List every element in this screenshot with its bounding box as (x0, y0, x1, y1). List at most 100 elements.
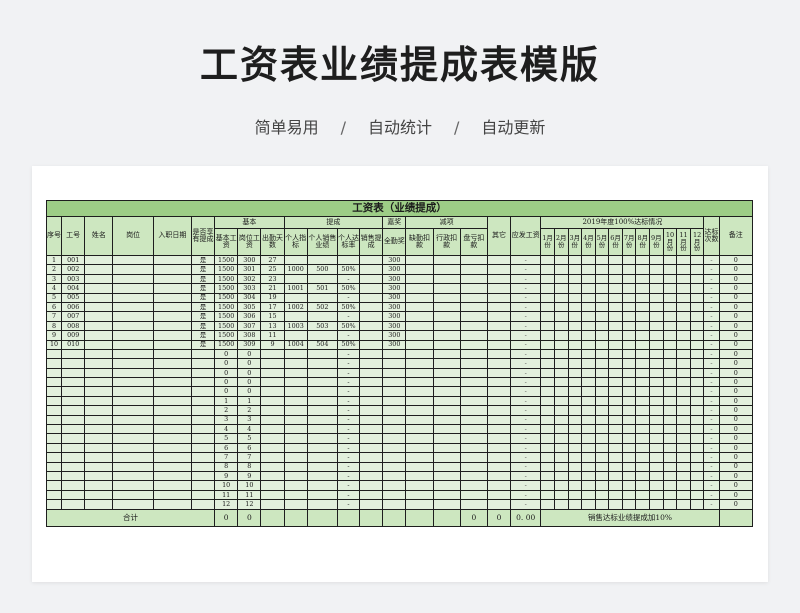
cell-post-salary: 5 (237, 433, 262, 444)
cell-full-attendance: 300 (382, 301, 407, 313)
cell-sales-commission (359, 461, 384, 473)
cell-inventory-deduction (459, 264, 488, 275)
cell-month (594, 377, 610, 388)
cell-basic-salary: 11 (214, 489, 239, 501)
cell-month (689, 254, 705, 266)
cell-month (594, 452, 610, 463)
cell-month (676, 301, 691, 313)
cell-month (676, 433, 691, 444)
cell-month (635, 470, 651, 482)
cell-month (581, 424, 596, 435)
cell-sales-commission (359, 442, 384, 454)
cell-month (662, 395, 678, 407)
cell-target-count: - (703, 301, 720, 313)
table-row: 1 001 是 1500 300 27 300- -0 (45, 254, 754, 266)
table-row: 12 12- - -0 (45, 499, 754, 510)
cell-target-rate (336, 254, 361, 266)
cell-month (621, 470, 637, 482)
cell-basic-salary: 5 (214, 433, 239, 444)
table-row: 5 005 是 1500 304 19-300- -0 (45, 292, 754, 303)
cell-commission-flag (190, 367, 216, 379)
cell-month (553, 470, 569, 482)
cell-month (567, 433, 583, 444)
cell-position (112, 405, 154, 416)
header-group-commission: 提成 (283, 216, 384, 229)
cell-emp-no (61, 377, 86, 388)
cell-emp-no: 010 (61, 339, 86, 350)
cell-personal-target: 1004 (283, 339, 308, 350)
cell-personal-target (283, 489, 308, 501)
cell-target-rate: - (336, 273, 361, 285)
table-row: 3 003 是 1500 302 23-300- -0 (45, 273, 754, 285)
cell-month (608, 424, 623, 435)
table-row: 22---0 (45, 405, 754, 416)
cell-other (486, 424, 512, 435)
cell-remarks: 0 (718, 273, 754, 285)
cell-month (581, 499, 596, 510)
cell-month (689, 348, 705, 360)
cell-target-count: - (703, 348, 720, 360)
table-row: 11 11- - -0 (45, 489, 754, 501)
cell-hire-date (152, 386, 192, 397)
cell-month (567, 330, 583, 341)
cell-month (621, 461, 637, 473)
cell-month (553, 330, 569, 341)
header-absence-deduction: 缺勤扣款 (405, 228, 434, 256)
cell-month (635, 395, 651, 407)
cell-month (567, 499, 583, 510)
cell-month (540, 433, 555, 444)
cell-month (621, 311, 637, 322)
cell-month (621, 414, 637, 426)
cell-basic-salary: 4 (214, 424, 239, 435)
cell-position (112, 339, 154, 350)
cell-absence-deduction (405, 480, 434, 491)
cell-personal-sales (306, 386, 338, 397)
cell-payable: - (510, 442, 542, 454)
cell-month (621, 273, 637, 285)
cell-month (689, 283, 705, 294)
cell-emp-no (61, 424, 86, 435)
header-personal-sales: 个人销售业绩 (306, 228, 338, 256)
cell-target-rate: - (336, 499, 361, 510)
cell-target-rate: - (336, 358, 361, 369)
cell-emp-no (61, 433, 86, 444)
cell-admin-deduction (432, 395, 461, 407)
cell-target-count: - (703, 254, 720, 266)
total-payable: 0. 00 (510, 508, 542, 527)
cell-month (689, 273, 705, 285)
cell-basic-salary: 10 (214, 480, 239, 491)
cell-attendance-days: 25 (260, 264, 285, 275)
cell-month (635, 461, 651, 473)
cell-name (84, 442, 114, 454)
header-emp-no: 工号 (61, 216, 86, 256)
cell-target-count: - (703, 311, 720, 322)
cell-payable: - (510, 330, 542, 341)
cell-basic-salary: 1500 (214, 311, 239, 322)
cell-month (676, 367, 691, 379)
header-commission-flag: 是否享有提成 (190, 216, 216, 256)
cell-position (112, 461, 154, 473)
table-row: 88---0 (45, 461, 754, 473)
cell-inventory-deduction (459, 442, 488, 454)
cell-month (553, 386, 569, 397)
cell-month (649, 320, 664, 332)
cell-month (581, 489, 596, 501)
cell-hire-date (152, 320, 192, 332)
header-sales-commission: 销售提成 (359, 228, 384, 256)
cell-post-salary: 0 (237, 377, 262, 388)
feature-item: 简单易用 (254, 118, 319, 137)
cell-month (662, 283, 678, 294)
cell-month (540, 414, 555, 426)
cell-hire-date (152, 339, 192, 350)
cell-admin-deduction (432, 461, 461, 473)
cell-month (621, 283, 637, 294)
cell-post-salary: 301 (237, 264, 262, 275)
cell-full-attendance (382, 395, 407, 407)
cell-target-rate: 50% (336, 264, 361, 275)
cell-absence-deduction (405, 499, 434, 510)
cell-month (567, 301, 583, 313)
cell-admin-deduction (432, 386, 461, 397)
cell-other (486, 442, 512, 454)
cell-absence-deduction (405, 395, 434, 407)
cell-commission-flag: 是 (190, 254, 216, 266)
